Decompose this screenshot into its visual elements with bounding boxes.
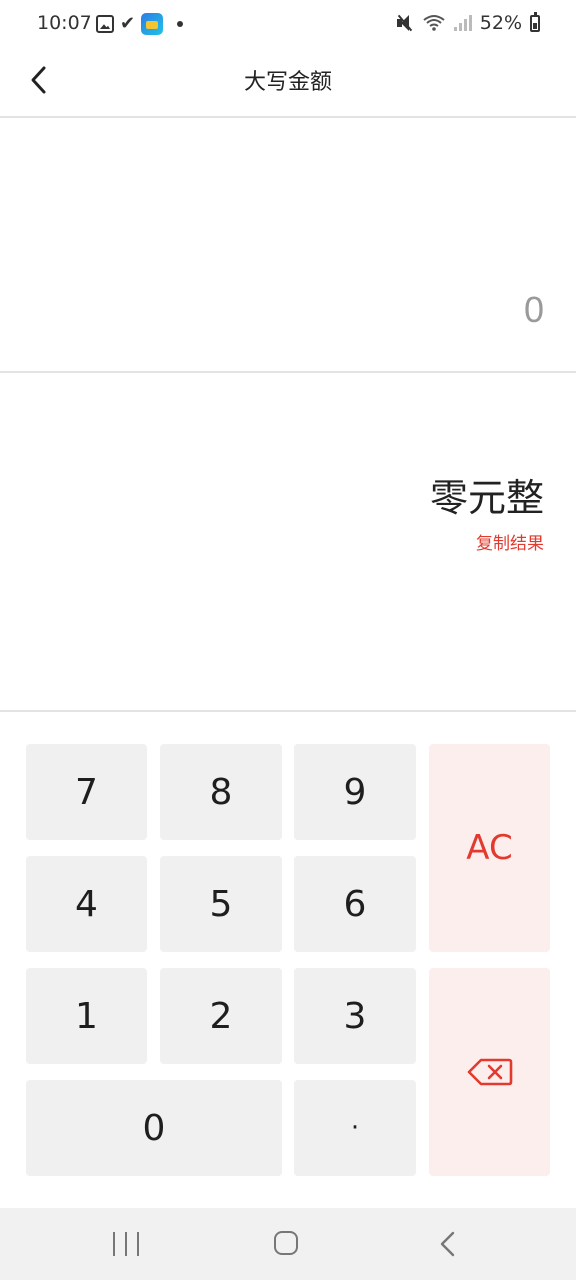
input-display: 0 bbox=[0, 119, 576, 373]
clear-button[interactable]: AC bbox=[429, 744, 550, 952]
keypad: 7 8 9 4 5 6 1 2 3 0 · AC bbox=[0, 714, 576, 1208]
status-bar: 10:07 ✔ 52% bbox=[0, 0, 576, 48]
result-display: 零元整 复制结果 bbox=[0, 375, 576, 712]
mute-icon bbox=[396, 14, 414, 32]
result-text: 零元整 bbox=[429, 476, 544, 520]
status-left-icons: ✔ bbox=[96, 13, 184, 35]
backspace-icon bbox=[467, 1058, 512, 1086]
key-5[interactable]: 5 bbox=[160, 856, 282, 952]
system-nav-bar bbox=[0, 1208, 576, 1280]
status-right-icons: 52% bbox=[396, 11, 540, 34]
wifi-icon bbox=[423, 15, 445, 31]
battery-percent: 52% bbox=[479, 12, 522, 34]
copy-result-button[interactable]: 复制结果 bbox=[476, 529, 544, 554]
app-icon bbox=[141, 13, 164, 35]
battery-icon bbox=[530, 11, 540, 32]
key-8[interactable]: 8 bbox=[160, 744, 282, 840]
nav-back-icon[interactable] bbox=[436, 1230, 460, 1258]
page-title: 大写金额 bbox=[243, 70, 332, 95]
app-header: 大写金额 bbox=[0, 48, 576, 118]
key-0[interactable]: 0 bbox=[26, 1080, 282, 1176]
check-icon: ✔ bbox=[120, 13, 136, 34]
signal-icon bbox=[453, 15, 472, 31]
key-2[interactable]: 2 bbox=[160, 968, 282, 1064]
key-9[interactable]: 9 bbox=[294, 744, 416, 840]
key-1[interactable]: 1 bbox=[26, 968, 147, 1064]
recent-apps-icon[interactable] bbox=[113, 1232, 139, 1256]
notification-dot-icon bbox=[177, 21, 184, 27]
key-3[interactable]: 3 bbox=[294, 968, 416, 1064]
status-time: 10:07 bbox=[37, 12, 92, 34]
key-decimal[interactable]: · bbox=[294, 1080, 416, 1176]
key-6[interactable]: 6 bbox=[294, 856, 416, 952]
input-value: 0 bbox=[523, 289, 544, 330]
key-4[interactable]: 4 bbox=[26, 856, 147, 952]
key-7[interactable]: 7 bbox=[26, 744, 147, 840]
backspace-button[interactable] bbox=[429, 968, 550, 1176]
gallery-icon bbox=[96, 15, 114, 33]
home-icon[interactable] bbox=[274, 1231, 298, 1255]
